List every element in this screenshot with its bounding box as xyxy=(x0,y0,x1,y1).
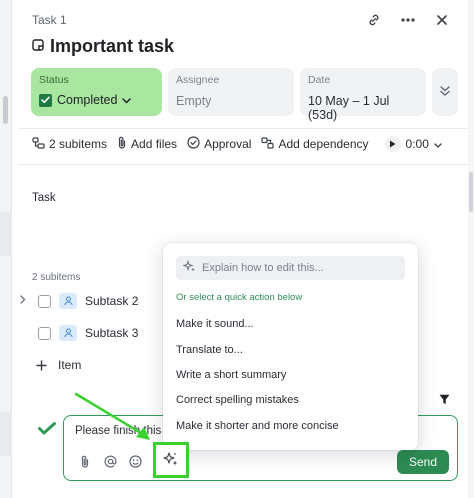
ai-assistant-popover: Explain how to edit this... Or select a … xyxy=(163,243,418,450)
subitems-section-label: 2 subitems xyxy=(32,272,81,283)
quick-action-item[interactable]: Translate to... xyxy=(176,344,243,356)
title-row: Important task xyxy=(32,36,174,57)
approval-label: Approval xyxy=(204,137,252,151)
task-toolbar: 2 subitems Add files Approval Add depend… xyxy=(32,136,442,152)
left-rail-stripe xyxy=(0,212,12,256)
task-fields: Status Completed Assignee Empty Date 10 … xyxy=(31,68,458,122)
add-files-button[interactable]: Add files xyxy=(117,136,177,152)
quick-action-item[interactable]: Make it shorter and more concise xyxy=(176,420,339,432)
add-item-button[interactable]: Item xyxy=(34,358,81,372)
subtask-title: Subtask 2 xyxy=(85,294,139,308)
status-value[interactable]: Completed xyxy=(39,93,154,107)
timer-value: 0:00 xyxy=(405,137,429,151)
chevron-down-icon[interactable] xyxy=(434,137,442,151)
ai-prompt-placeholder: Explain how to edit this... xyxy=(202,262,324,274)
attach-icon[interactable] xyxy=(78,454,92,468)
subtask-title: Subtask 3 xyxy=(85,326,139,340)
add-dependency-button[interactable]: Add dependency xyxy=(261,136,369,152)
task-breadcrumb[interactable]: Task 1 xyxy=(32,13,67,27)
checkmark-logo-icon xyxy=(38,422,56,438)
status-field[interactable]: Status Completed xyxy=(31,68,162,116)
quick-action-item[interactable]: Correct spelling mistakes xyxy=(176,394,299,406)
approval-button[interactable]: Approval xyxy=(187,136,251,152)
quick-action-item[interactable]: Make it sound... xyxy=(176,318,254,330)
quick-action-subtitle: Or select a quick action below xyxy=(176,292,303,303)
task-type-icon xyxy=(32,39,44,54)
divider xyxy=(18,164,468,165)
right-rail xyxy=(468,0,474,498)
sparkle-icon xyxy=(163,451,179,470)
ai-prompt-input[interactable]: Explain how to edit this... xyxy=(176,256,405,280)
header-actions xyxy=(364,10,452,30)
chevron-right-icon[interactable] xyxy=(20,295,30,307)
left-rail-stripe xyxy=(0,412,12,456)
divider xyxy=(18,128,468,129)
quick-action-item[interactable]: Write a short summary xyxy=(176,369,286,381)
time-tracker[interactable]: 0:00 xyxy=(384,136,442,152)
paperclip-icon xyxy=(117,136,127,152)
subitems-button[interactable]: 2 subitems xyxy=(32,136,108,152)
approval-check-icon xyxy=(187,136,200,152)
subtask-checkbox[interactable] xyxy=(38,326,51,340)
assignee-value: Empty xyxy=(176,94,212,108)
ai-assist-button[interactable] xyxy=(153,442,189,478)
filter-icon[interactable] xyxy=(439,393,450,408)
send-button[interactable]: Send xyxy=(397,450,449,474)
dependency-icon xyxy=(261,136,275,152)
chevron-down-icon xyxy=(122,93,132,107)
add-item-label: Item xyxy=(58,358,82,372)
task-description[interactable]: Task xyxy=(32,192,56,204)
mention-icon[interactable] xyxy=(103,454,117,468)
close-icon[interactable] xyxy=(432,10,452,30)
assignee-field[interactable]: Assignee Empty xyxy=(168,68,294,116)
more-options-icon[interactable] xyxy=(398,10,418,30)
double-chevron-down-icon xyxy=(440,85,450,100)
assign-user-icon[interactable] xyxy=(59,325,77,341)
play-icon[interactable] xyxy=(384,136,401,152)
right-scrollbar[interactable] xyxy=(469,172,473,212)
check-icon xyxy=(39,93,52,107)
date-label: Date xyxy=(308,74,331,86)
subitems-button-label: 2 subitems xyxy=(49,137,108,151)
plus-icon xyxy=(34,358,48,372)
assign-user-icon[interactable] xyxy=(59,293,77,309)
subtask-row[interactable]: Subtask 3 xyxy=(20,325,138,341)
status-text: Completed xyxy=(57,93,118,107)
subtask-checkbox[interactable] xyxy=(38,294,51,308)
date-value: 10 May – 1 Jul (53d) xyxy=(308,94,390,122)
left-scrollbar[interactable] xyxy=(3,96,8,124)
assignee-label: Assignee xyxy=(176,74,220,86)
subtask-row[interactable]: Subtask 2 xyxy=(20,293,138,309)
link-icon[interactable] xyxy=(364,10,384,30)
comment-input[interactable]: Please finish this ta xyxy=(75,425,174,437)
page-title[interactable]: Important task xyxy=(50,36,174,57)
add-files-label: Add files xyxy=(131,137,178,151)
date-field[interactable]: Date 10 May – 1 Jul (53d) xyxy=(300,68,426,122)
add-dependency-label: Add dependency xyxy=(278,137,369,151)
status-label: Status xyxy=(39,74,69,86)
subitems-icon xyxy=(32,136,45,152)
sparkle-icon xyxy=(182,259,196,276)
expand-fields-button[interactable] xyxy=(432,68,458,116)
emoji-icon[interactable] xyxy=(128,454,142,468)
